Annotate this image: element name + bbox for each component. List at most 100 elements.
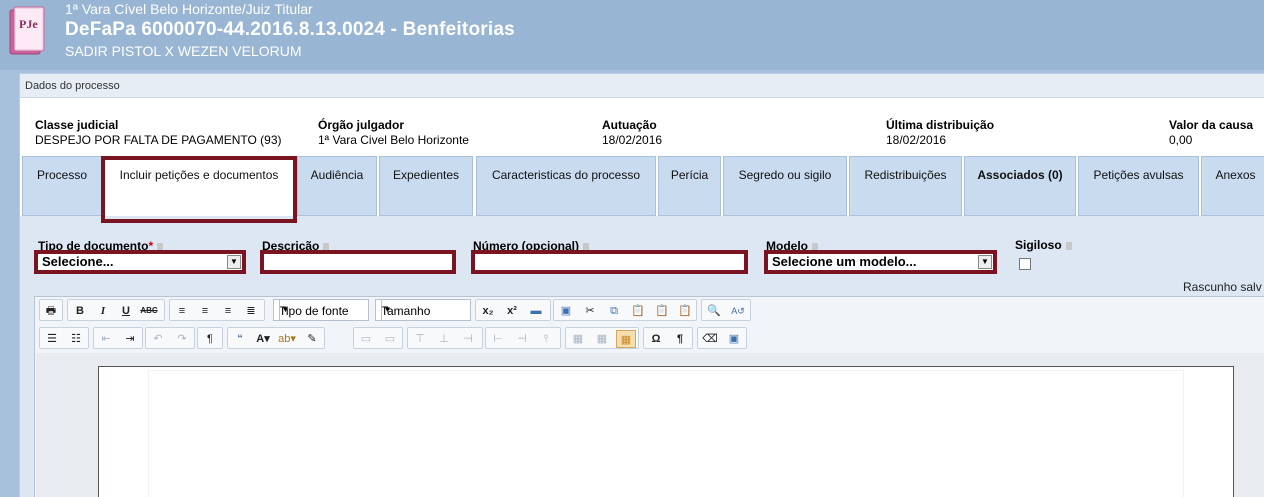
insert-column-before-icon[interactable]: ⊢ <box>488 330 508 348</box>
descricao-input[interactable] <box>260 250 456 274</box>
modelo-select[interactable]: Selecione um modelo... ▼ <box>764 250 997 274</box>
info-value: 0,00 <box>1169 133 1193 147</box>
show-blocks-icon[interactable]: ¶ <box>670 330 690 348</box>
redo-icon[interactable]: ↷ <box>172 330 192 348</box>
draft-status: Rascunho salv <box>1183 280 1262 294</box>
undo-icon[interactable]: ↶ <box>148 330 168 348</box>
delete-column-icon[interactable]: ⫯ <box>536 330 556 348</box>
find-icon[interactable]: 🔍 <box>704 302 724 320</box>
special-char-icon[interactable]: Ω <box>646 330 666 348</box>
editor-toolbar-row-2: ☰ ☷ ⇤ ⇥ ↶ ↷ ¶ “ A▾ ab▾ ✎ ▭ ▭ ⊤ ⊥ ⊣ ⊢ ⊣ ⫯… <box>35 325 1264 351</box>
info-label: Autuação <box>602 118 657 132</box>
info-distribuicao: Última distribuição 18/02/2016 <box>886 118 994 148</box>
tab-associados[interactable]: Associados (0) <box>964 156 1076 216</box>
split-cells-icon[interactable]: ▦ <box>568 330 588 348</box>
tab-anexos[interactable]: Anexos <box>1201 156 1264 216</box>
print-icon[interactable]: 🖶 <box>41 302 61 320</box>
insert-column-after-icon[interactable]: ⊣ <box>512 330 532 348</box>
info-value: 18/02/2016 <box>886 133 947 147</box>
superscript-icon[interactable]: x² <box>502 302 522 320</box>
font-size-select[interactable]: Tamanho ▼ <box>375 299 471 321</box>
paste-word-icon[interactable]: 📋 <box>675 302 695 320</box>
sigiloso-label: Sigiloso <box>1015 238 1072 252</box>
tab-caracteristicas[interactable]: Caracteristicas do processo <box>476 156 656 216</box>
select-all-icon[interactable]: ▣ <box>556 302 576 320</box>
table-row-icon[interactable]: ▭ <box>356 330 376 348</box>
subscript-icon[interactable]: x₂ <box>478 302 498 320</box>
rich-text-editor: 🖶 B I U ABC ≡ ≡ ≡ ≣ Tipo de fonte ▼ Tama… <box>34 296 1264 497</box>
align-center-icon[interactable]: ≡ <box>195 302 215 320</box>
document-form: Tipo de documento* Descrição Número (opc… <box>20 216 1264 497</box>
tab-peticoes-avulsas[interactable]: Petições avulsas <box>1078 156 1199 216</box>
align-justify-icon[interactable]: ≣ <box>241 302 261 320</box>
info-label: Classe judicial <box>35 118 119 132</box>
tab-segredo[interactable]: Segredo ou sigilo <box>723 156 847 216</box>
bullet-list-icon[interactable]: ☰ <box>42 330 62 348</box>
strikethrough-icon[interactable]: ABC <box>139 302 159 320</box>
fullscreen-icon[interactable]: ▣ <box>724 330 744 348</box>
insert-row-before-icon[interactable]: ⊤ <box>410 330 430 348</box>
info-autuacao: Autuação 18/02/2016 <box>602 118 662 148</box>
chevron-down-icon[interactable]: ▼ <box>279 300 291 320</box>
table-cell-icon[interactable]: ▭ <box>380 330 400 348</box>
pje-logo: PJe <box>8 6 48 58</box>
info-label: Valor da causa <box>1169 118 1254 132</box>
text-color-icon[interactable]: A▾ <box>253 330 273 348</box>
panel-header: Dados do processo <box>20 74 1264 98</box>
align-left-icon[interactable]: ≡ <box>172 302 192 320</box>
editor-toolbar-row-1: 🖶 B I U ABC ≡ ≡ ≡ ≣ Tipo de fonte ▼ Tama… <box>35 297 1264 323</box>
chevron-down-icon[interactable]: ▼ <box>227 255 241 269</box>
info-value: 18/02/2016 <box>602 133 663 147</box>
tab-pericia[interactable]: Perícia <box>658 156 721 216</box>
numero-input[interactable] <box>471 250 748 274</box>
numbered-list-icon[interactable]: ☷ <box>66 330 86 348</box>
align-right-icon[interactable]: ≡ <box>218 302 238 320</box>
svg-text:PJe: PJe <box>19 17 38 31</box>
highlight-color-icon[interactable]: ab▾ <box>277 330 297 348</box>
process-parties: SADIR PISTOL X WEZEN VELORUM <box>65 43 302 59</box>
paste-text-icon[interactable]: 📋 <box>652 302 672 320</box>
tab-processo[interactable]: Processo <box>22 156 102 216</box>
tipo-documento-select[interactable]: Selecione... ▼ <box>34 250 246 274</box>
delete-row-icon[interactable]: ⊣ <box>458 330 478 348</box>
app-header: PJe 1ª Vara Cível Belo Horizonte/Juiz Ti… <box>0 0 1264 70</box>
horizontal-rule-icon[interactable]: ▬ <box>526 302 546 320</box>
cut-icon[interactable]: ✂ <box>580 302 600 320</box>
copy-icon[interactable]: ⧉ <box>604 302 624 320</box>
lock-icon <box>1065 241 1072 250</box>
font-family-select[interactable]: Tipo de fonte ▼ <box>273 299 369 321</box>
document-body[interactable] <box>149 371 1183 497</box>
chevron-down-icon[interactable]: ▼ <box>978 255 992 269</box>
active-tab-highlight <box>101 156 297 223</box>
info-valor: Valor da causa 0,00 <box>1169 118 1253 148</box>
chevron-down-icon[interactable]: ▼ <box>381 300 393 320</box>
italic-icon[interactable]: I <box>93 302 113 320</box>
tab-expedientes[interactable]: Expedientes <box>379 156 473 216</box>
eraser-icon[interactable]: ⌫ <box>700 330 720 348</box>
paste-icon[interactable]: 📋 <box>628 302 648 320</box>
editor-canvas <box>36 353 1264 497</box>
replace-icon[interactable]: A↺ <box>728 302 748 320</box>
process-panel: Dados do processo Classe judicial DESPEJ… <box>19 73 1264 497</box>
sigiloso-checkbox[interactable] <box>1019 258 1031 270</box>
info-label: Última distribuição <box>886 118 995 132</box>
info-label: Órgão julgador <box>318 118 405 132</box>
paragraph-format-icon[interactable]: ¶ <box>200 330 220 348</box>
blockquote-icon[interactable]: “ <box>230 330 250 348</box>
indent-icon[interactable]: ⇥ <box>120 330 140 348</box>
document-page[interactable] <box>98 366 1234 497</box>
process-title: DeFaPa 6000070-44.2016.8.13.0024 - Benfe… <box>65 19 515 40</box>
info-value: 1ª Vara Civel Belo Horizonte <box>318 133 469 147</box>
info-orgao: Órgão julgador 1ª Vara Civel Belo Horizo… <box>318 118 469 148</box>
outdent-icon[interactable]: ⇤ <box>96 330 116 348</box>
merge-cells-icon[interactable]: ▦ <box>592 330 612 348</box>
edit-style-icon[interactable]: ✎ <box>302 330 322 348</box>
tab-redistribuicoes[interactable]: Redistribuições <box>849 156 962 216</box>
court-name: 1ª Vara Cível Belo Horizonte/Juiz Titula… <box>65 1 313 17</box>
tab-audiencia[interactable]: Audiência <box>297 156 377 216</box>
underline-icon[interactable]: U <box>116 302 136 320</box>
insert-row-after-icon[interactable]: ⊥ <box>434 330 454 348</box>
panel-title: Dados do processo <box>25 80 120 92</box>
table-icon[interactable]: ▦ <box>616 330 636 348</box>
bold-icon[interactable]: B <box>70 302 90 320</box>
